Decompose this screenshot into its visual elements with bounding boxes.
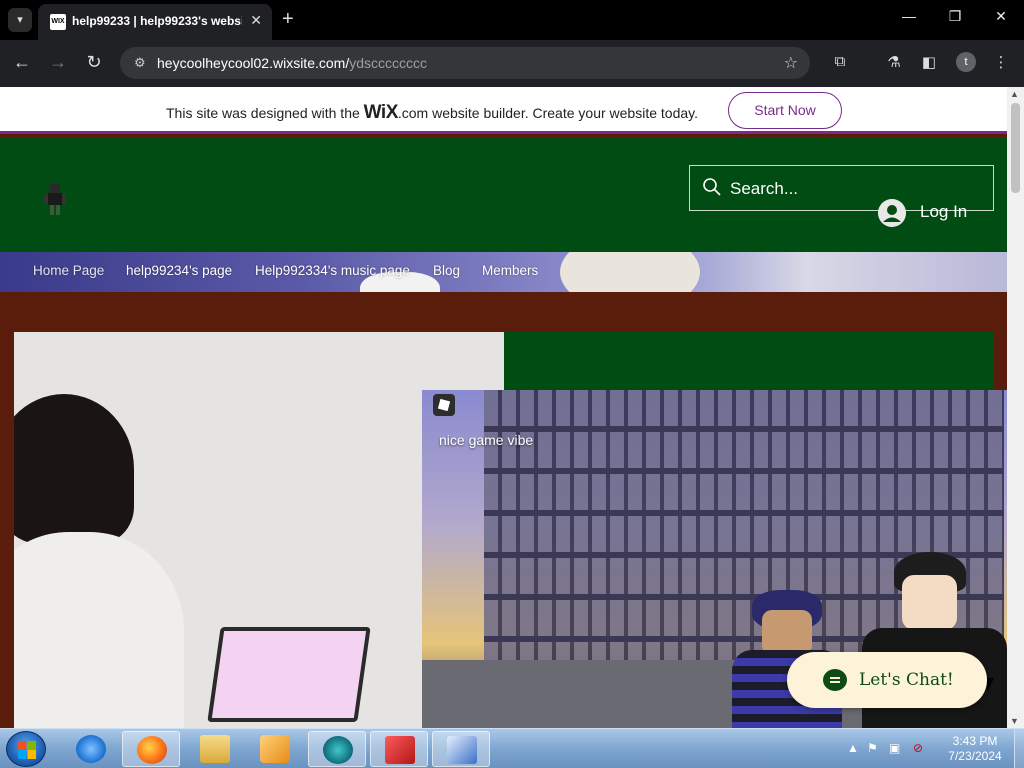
tab-search-dropdown-icon[interactable]: ▾ xyxy=(8,8,32,32)
taskbar-file-explorer[interactable] xyxy=(186,731,244,767)
kebab-menu-icon[interactable]: ⋮ xyxy=(990,53,1012,71)
site-info-icon[interactable]: ⚙ xyxy=(134,55,146,71)
person-hair-image xyxy=(14,394,134,544)
green-content-strip xyxy=(504,332,994,392)
media-player-icon xyxy=(260,735,290,763)
wix-logo[interactable]: WiX xyxy=(364,102,399,123)
scroll-down-arrow-icon[interactable]: ▼ xyxy=(1010,716,1019,726)
address-bar[interactable]: ⚙ heycoolheycool02.wixsite.com/ydscccccc… xyxy=(120,47,810,79)
taskbar-red-app[interactable] xyxy=(370,731,428,767)
browser-toolbar: ← → ↻ ⚙ heycoolheycool02.wixsite.com/yds… xyxy=(0,40,1024,87)
clock-date: 7/23/2024 xyxy=(948,749,1002,763)
restore-icon[interactable]: ❐ xyxy=(940,8,970,25)
nav-item-music-page[interactable]: Help992334's music page xyxy=(255,263,410,278)
red-app-icon xyxy=(385,736,415,764)
close-window-icon[interactable]: ✕ xyxy=(986,8,1016,25)
internet-explorer-icon xyxy=(76,735,106,763)
action-center-flag-icon[interactable]: ⚑ xyxy=(867,741,881,755)
url-path: ydscccccccc xyxy=(349,55,428,71)
search-placeholder: Search... xyxy=(730,179,799,198)
web-page: This site was designed with the WiX.com … xyxy=(0,87,1007,728)
browser-app-icon xyxy=(323,736,353,764)
browser-tab-bar: ▾ WIX help99233 | help99233's website ✕ … xyxy=(0,0,1024,40)
site-logo-avatar-icon[interactable] xyxy=(42,182,68,216)
taskbar-media-player[interactable] xyxy=(246,731,304,767)
show-desktop-button[interactable] xyxy=(1014,729,1024,768)
side-panel-icon[interactable]: ◧ xyxy=(918,53,940,71)
taskbar-firefox[interactable] xyxy=(122,731,180,767)
nav-item-help99234-page[interactable]: help99234's page xyxy=(126,263,232,278)
firefox-icon xyxy=(137,736,167,764)
login-label: Log In xyxy=(920,202,968,221)
lets-chat-button[interactable]: Let's Chat! xyxy=(787,652,987,708)
wix-banner-text: This site was designed with the WiX.com … xyxy=(166,102,698,124)
tab-close-icon[interactable]: ✕ xyxy=(250,12,262,29)
wix-promo-banner: This site was designed with the WiX.com … xyxy=(0,87,1007,134)
network-icon[interactable]: ▣ xyxy=(889,741,903,755)
chat-label: Let's Chat! xyxy=(859,670,954,690)
taskbar-internet-explorer[interactable] xyxy=(62,731,120,767)
chat-bubble-icon xyxy=(823,669,847,691)
tray-expand-arrow-icon[interactable]: ▲ xyxy=(847,741,861,755)
browser-tab[interactable]: WIX help99233 | help99233's website ✕ xyxy=(38,4,272,40)
reload-icon[interactable]: ↻ xyxy=(82,52,106,73)
taskbar-chrome-app[interactable] xyxy=(308,731,366,767)
nav-item-home-page[interactable]: Home Page xyxy=(33,263,104,278)
site-header: Search... Log In xyxy=(0,137,1007,252)
windows-taskbar: ▲ ⚑ ▣ ⊘ 3:43 PM 7/23/2024 xyxy=(0,728,1024,768)
volume-muted-icon[interactable]: ⊘ xyxy=(913,741,927,755)
search-icon xyxy=(703,178,721,196)
profile-avatar[interactable]: t xyxy=(956,52,976,72)
labs-flask-icon[interactable]: ⚗ xyxy=(883,53,905,71)
new-tab-plus-icon[interactable]: + xyxy=(282,8,294,30)
back-arrow-icon[interactable]: ← xyxy=(10,52,34,73)
start-now-button[interactable]: Start Now xyxy=(728,92,842,129)
roblox-logo-icon xyxy=(433,394,455,416)
wix-favicon-icon: WIX xyxy=(50,14,66,30)
wix-text-after: .com website builder. Create your websit… xyxy=(397,105,698,121)
taskbar-clock[interactable]: 3:43 PM 7/23/2024 xyxy=(940,734,1010,764)
nav-background-image xyxy=(560,252,700,292)
user-avatar-icon xyxy=(878,199,906,227)
extensions-puzzle-icon[interactable]: ⧉ xyxy=(829,53,851,70)
start-button[interactable] xyxy=(6,731,46,767)
video-caption: nice game vibe xyxy=(439,432,534,448)
scroll-up-arrow-icon[interactable]: ▲ xyxy=(1010,89,1019,99)
mouse-cursor-icon xyxy=(987,678,994,692)
minimize-icon[interactable]: — xyxy=(894,8,924,24)
url-domain: heycoolheycool02.wixsite.com/ xyxy=(157,55,350,71)
folder-icon xyxy=(200,735,230,763)
person-hoodie-image xyxy=(14,532,184,728)
windows-logo-icon xyxy=(18,741,36,759)
page-scrollbar[interactable]: ▲ ▼ xyxy=(1007,87,1024,728)
forward-arrow-icon[interactable]: → xyxy=(46,52,70,73)
clock-time: 3:43 PM xyxy=(952,734,998,748)
wix-text-before: This site was designed with the xyxy=(166,105,364,121)
taskbar-remote-desktop[interactable] xyxy=(432,731,490,767)
remote-desktop-icon xyxy=(447,736,477,764)
roblox-character-2-head xyxy=(902,575,957,630)
scrollbar-thumb[interactable] xyxy=(1011,103,1020,193)
nav-item-members[interactable]: Members xyxy=(482,263,538,278)
roblox-character-1-head xyxy=(762,610,812,655)
site-nav-menu: Home Page help99234's page Help992334's … xyxy=(0,252,1007,292)
tab-title: help99233 | help99233's website xyxy=(72,14,242,28)
laptop-image xyxy=(207,627,371,722)
url-text[interactable]: heycoolheycool02.wixsite.com/ydscccccccc xyxy=(157,55,427,71)
nav-item-blog[interactable]: Blog xyxy=(433,263,460,278)
bookmark-star-icon[interactable]: ☆ xyxy=(784,53,798,73)
